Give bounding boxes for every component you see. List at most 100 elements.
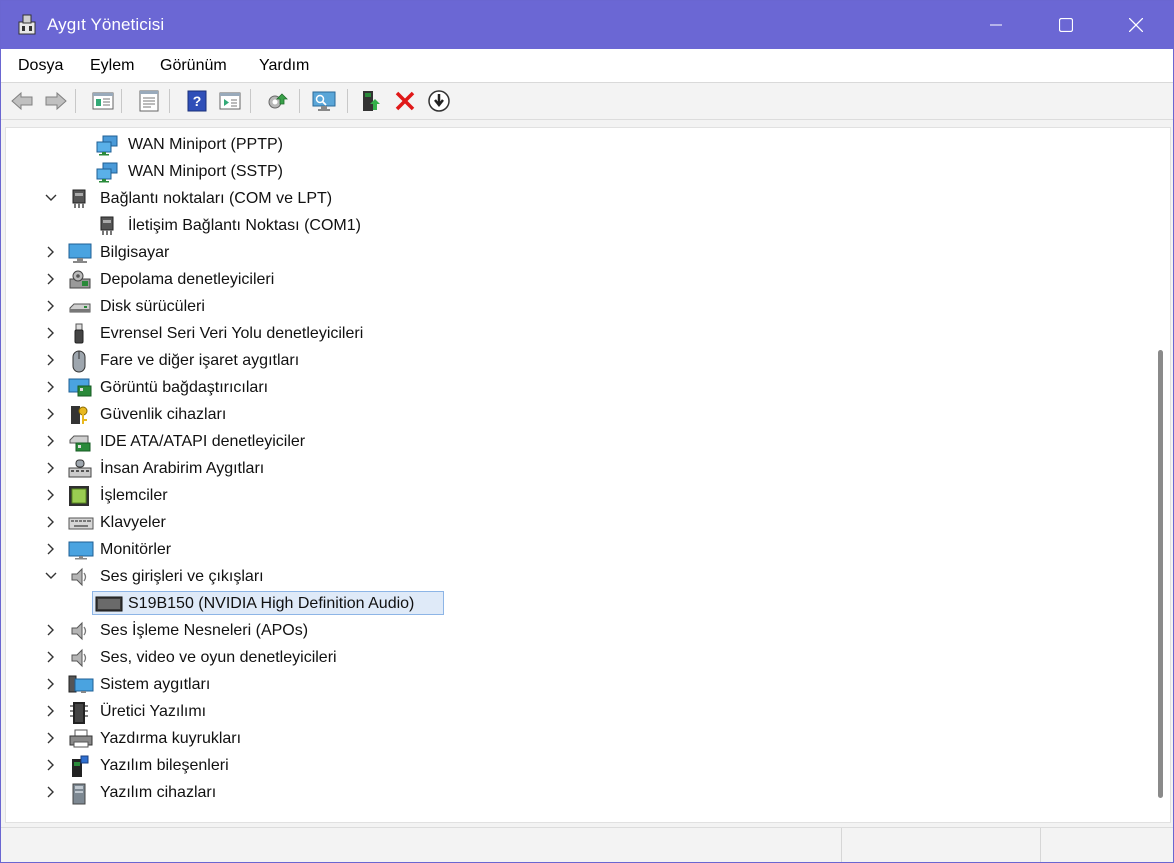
network-adapter-icon (96, 134, 118, 156)
tree-item-label: Güvenlik cihazları (100, 406, 227, 423)
chevron-right-icon[interactable] (44, 677, 58, 691)
tree-item-label: Ses, video ve oyun denetleyicileri (100, 649, 337, 666)
device-tree[interactable]: WAN Miniport (PPTP) WAN Miniport (SSTP) … (5, 127, 1171, 823)
tree-item-label: Evrensel Seri Veri Yolu denetleyicileri (100, 325, 364, 342)
menu-dosya[interactable]: Dosya (18, 57, 63, 75)
update-driver-button[interactable] (265, 88, 291, 114)
tree-item-selected[interactable]: S19B150 (NVIDIA High Definition Audio) (6, 590, 1146, 617)
toolbar-separator (347, 89, 348, 113)
tree-item[interactable]: Güvenlik cihazları (6, 401, 1146, 428)
enable-device-icon (363, 91, 380, 111)
tree-item[interactable]: Üretici Yazılımı (6, 698, 1146, 725)
help-button[interactable]: ? (184, 88, 210, 114)
chevron-right-icon[interactable] (44, 623, 58, 637)
tree-item[interactable]: Depolama denetleyicileri (6, 266, 1146, 293)
vertical-scrollbar[interactable] (1150, 128, 1170, 822)
tree-item[interactable]: Yazılım cihazları (6, 779, 1146, 806)
disable-device-button[interactable] (426, 88, 452, 114)
scrollbar-thumb[interactable] (1158, 350, 1163, 798)
uninstall-device-icon (395, 91, 415, 111)
action-pane-button[interactable] (217, 88, 243, 114)
tree-item-label: İletişim Bağlantı Noktası (COM1) (128, 217, 361, 234)
close-button[interactable] (1101, 1, 1171, 49)
tree-item[interactable]: Görüntü bağdaştırıcıları (6, 374, 1146, 401)
chevron-right-icon[interactable] (44, 245, 58, 259)
tree-item[interactable]: Bağlantı noktaları (COM ve LPT) (6, 185, 1146, 212)
action-pane-icon (219, 92, 241, 110)
menu-gorunum[interactable]: Görünüm (160, 57, 227, 75)
help-icon: ? (187, 90, 207, 112)
chevron-right-icon[interactable] (44, 434, 58, 448)
speaker-icon (68, 647, 90, 669)
tree-item[interactable]: Yazılım bileşenleri (6, 752, 1146, 779)
chevron-right-icon[interactable] (44, 461, 58, 475)
tree-item[interactable]: Klavyeler (6, 509, 1146, 536)
menu-yardim[interactable]: Yardım (259, 57, 309, 75)
maximize-button[interactable] (1031, 1, 1101, 49)
properties-button[interactable] (136, 88, 162, 114)
tree-item[interactable]: Monitörler (6, 536, 1146, 563)
mouse-icon (68, 350, 90, 373)
chevron-right-icon[interactable] (44, 326, 58, 340)
scan-hardware-button[interactable] (311, 88, 337, 114)
ide-controller-icon (68, 431, 91, 453)
chevron-right-icon[interactable] (44, 272, 58, 286)
chevron-right-icon[interactable] (44, 758, 58, 772)
chevron-right-icon[interactable] (44, 380, 58, 394)
show-hide-console-tree-button[interactable] (90, 88, 116, 114)
chevron-down-icon[interactable] (44, 191, 58, 205)
toolbar-separator (121, 89, 122, 113)
back-button[interactable] (9, 88, 35, 114)
minimize-button[interactable] (961, 1, 1031, 49)
uninstall-device-button[interactable] (392, 88, 418, 114)
tree-item[interactable]: WAN Miniport (PPTP) (6, 131, 1146, 158)
tree-item[interactable]: Evrensel Seri Veri Yolu denetleyicileri (6, 320, 1146, 347)
tree-item[interactable]: Bilgisayar (6, 239, 1146, 266)
tree-item[interactable]: Ses girişleri ve çıkışları (6, 563, 1146, 590)
menu-eylem[interactable]: Eylem (90, 57, 134, 75)
chevron-right-icon[interactable] (44, 542, 58, 556)
keyboard-icon (68, 512, 94, 534)
enable-device-button[interactable] (359, 88, 385, 114)
chevron-down-icon[interactable] (44, 569, 58, 583)
tree-item[interactable]: IDE ATA/ATAPI denetleyiciler (6, 428, 1146, 455)
tree-item-label: Üretici Yazılımı (100, 703, 207, 720)
chevron-right-icon[interactable] (44, 353, 58, 367)
speaker-icon (68, 620, 90, 642)
toolbar-separator (299, 89, 300, 113)
tree-item[interactable]: İşlemciler (6, 482, 1146, 509)
chevron-right-icon[interactable] (44, 704, 58, 718)
tree-item-label: Yazılım cihazları (100, 784, 217, 801)
scan-hardware-icon (312, 91, 336, 111)
tree-item-label: WAN Miniport (SSTP) (128, 163, 283, 180)
tree-item[interactable]: Disk sürücüleri (6, 293, 1146, 320)
chevron-right-icon[interactable] (44, 407, 58, 421)
chevron-right-icon[interactable] (44, 731, 58, 745)
tree-item[interactable]: Ses İşleme Nesneleri (APOs) (6, 617, 1146, 644)
tree-item-label: Klavyeler (100, 514, 166, 531)
status-cell (1040, 828, 1173, 862)
tree-item[interactable]: Sistem aygıtları (6, 671, 1146, 698)
chevron-right-icon[interactable] (44, 515, 58, 529)
tree-item-label: Fare ve diğer işaret aygıtları (100, 352, 300, 369)
forward-button[interactable] (43, 88, 69, 114)
maximize-icon (1059, 18, 1073, 32)
tree-item[interactable]: İnsan Arabirim Aygıtları (6, 455, 1146, 482)
tree-item-label: Ses girişleri ve çıkışları (100, 568, 264, 585)
chevron-right-icon[interactable] (44, 785, 58, 799)
menu-bar: Dosya Eylem Görünüm Yardım (1, 49, 1173, 83)
tree-item[interactable]: WAN Miniport (SSTP) (6, 158, 1146, 185)
disk-drive-icon (68, 296, 91, 318)
tree-item[interactable]: İletişim Bağlantı Noktası (COM1) (6, 212, 1146, 239)
chevron-right-icon[interactable] (44, 488, 58, 502)
tree-item[interactable]: Fare ve diğer işaret aygıtları (6, 347, 1146, 374)
tree-item-label: Yazılım bileşenleri (100, 757, 229, 774)
device-manager-app-icon[interactable] (16, 13, 38, 37)
chevron-right-icon[interactable] (44, 650, 58, 664)
disable-device-icon (428, 90, 450, 112)
tree-item[interactable]: Yazdırma kuyrukları (6, 725, 1146, 752)
tree-item-label: Bilgisayar (100, 244, 170, 261)
tree-item[interactable]: Ses, video ve oyun denetleyicileri (6, 644, 1146, 671)
title-bar[interactable]: Aygıt Yöneticisi (1, 1, 1173, 49)
chevron-right-icon[interactable] (44, 299, 58, 313)
